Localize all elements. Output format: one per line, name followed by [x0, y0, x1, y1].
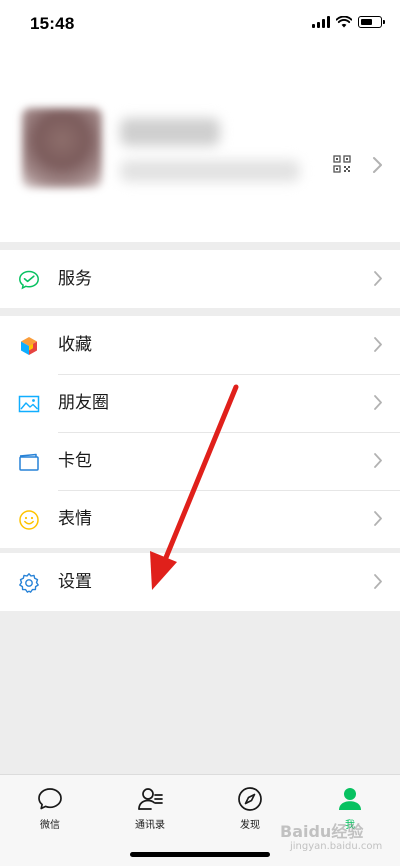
menu-label: 朋友圈: [58, 393, 109, 413]
tab-label: 微信: [40, 820, 60, 831]
tab-label: 发现: [240, 820, 260, 831]
gear-icon: [19, 573, 39, 593]
wechat-pay-icon: [19, 270, 39, 290]
menu-item-services[interactable]: 服务: [0, 250, 400, 308]
menu-item-settings[interactable]: 设置: [0, 553, 400, 611]
chat-bubble-icon: [38, 788, 62, 810]
home-indicator: [130, 852, 270, 857]
qr-code-icon[interactable]: [333, 155, 351, 173]
card-wallet-icon: [19, 453, 39, 471]
profile-header: 15:48: [0, 0, 400, 242]
favorites-cube-icon: [21, 337, 37, 355]
signal-icon: [312, 16, 330, 28]
tab-contacts[interactable]: 通讯录: [120, 785, 180, 831]
avatar[interactable]: [22, 108, 102, 188]
menu-label: 服务: [58, 269, 92, 289]
status-time: 15:48: [30, 14, 75, 33]
person-icon: [339, 788, 361, 810]
chevron-right-icon: [374, 395, 382, 410]
menu-label: 卡包: [58, 451, 92, 471]
chevron-right-icon: [374, 337, 382, 352]
services-group: 服务: [0, 250, 400, 308]
menu-item-moments[interactable]: 朋友圈: [0, 374, 400, 432]
baidu-watermark: Baidu经验: [280, 822, 364, 841]
menu-item-favorites[interactable]: 收藏: [0, 316, 400, 374]
menu-item-stickers[interactable]: 表情: [0, 490, 400, 548]
chevron-right-icon: [374, 453, 382, 468]
baidu-watermark-url: jingyan.baidu.com: [290, 841, 383, 852]
phone-screen: 15:48 服务 收藏 朋友圈 卡包 表情 设置 微信 通讯录 发现 我 Bai…: [0, 0, 400, 866]
menu-label: 设置: [58, 572, 92, 592]
compass-icon: [238, 787, 262, 811]
chevron-right-icon: [374, 271, 382, 286]
menu-label: 表情: [58, 509, 92, 529]
wifi-icon: [336, 16, 352, 28]
settings-group: 设置: [0, 553, 400, 611]
contacts-icon: [138, 788, 163, 810]
features-group: 收藏 朋友圈 卡包 表情: [0, 316, 400, 548]
profile-id-blurred: [120, 160, 300, 182]
sticker-smile-icon: [19, 510, 39, 530]
tab-discover[interactable]: 发现: [220, 785, 280, 831]
moments-image-icon: [18, 395, 40, 413]
chevron-right-icon[interactable]: [371, 156, 383, 174]
chevron-right-icon: [374, 574, 382, 589]
status-icons: [312, 16, 385, 28]
tab-chats[interactable]: 微信: [20, 785, 80, 831]
tab-label: 通讯录: [135, 820, 165, 831]
menu-item-card-wallet[interactable]: 卡包: [0, 432, 400, 490]
menu-label: 收藏: [58, 335, 92, 355]
battery-icon: [358, 16, 385, 28]
chevron-right-icon: [374, 511, 382, 526]
profile-name-blurred: [120, 118, 220, 146]
